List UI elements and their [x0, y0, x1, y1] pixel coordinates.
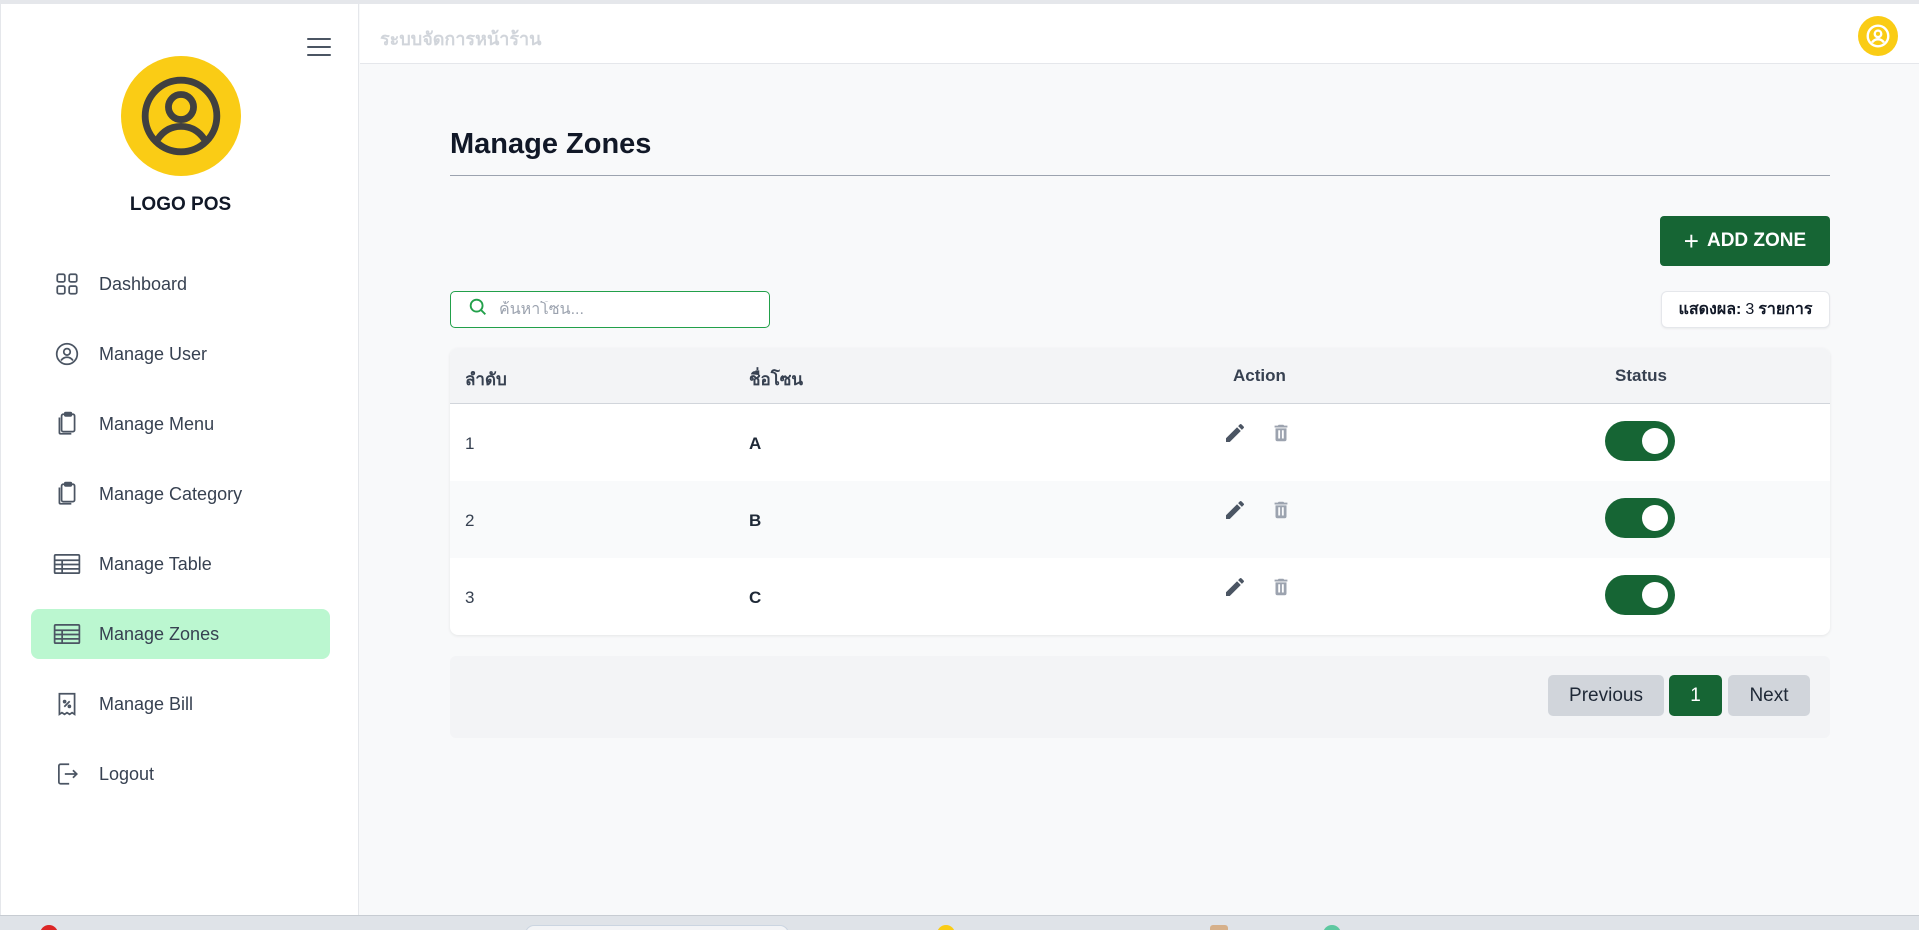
row-index: 1 [465, 434, 475, 453]
sidebar-item-manage-user[interactable]: Manage User [31, 329, 330, 379]
column-header-index: ลำดับ [465, 370, 507, 389]
table-row: 3 C [450, 558, 1830, 635]
logo-text: LOGO POS [129, 194, 232, 215]
top-header: ระบบจัดการหน้าร้าน [360, 4, 1919, 64]
logout-icon [53, 760, 81, 788]
sidebar-item-label: Manage Category [99, 483, 243, 504]
sidebar-item-manage-menu[interactable]: Manage Menu [31, 399, 330, 449]
row-actions [1222, 497, 1294, 523]
column-header-status: Status [1615, 366, 1667, 385]
grid-icon [53, 270, 81, 298]
page-title: Manage Zones [450, 128, 652, 160]
taskbar-app-icon[interactable] [40, 925, 58, 930]
table-row: 1 A [450, 404, 1830, 481]
sidebar-item-label: Manage Menu [99, 413, 215, 434]
taskbar-search-box[interactable] [525, 925, 789, 930]
status-toggle[interactable] [1605, 575, 1675, 615]
clipboard-icon [53, 480, 81, 508]
search-input[interactable] [499, 300, 759, 319]
edit-icon[interactable] [1222, 420, 1248, 446]
taskbar-app-icon[interactable] [937, 925, 955, 930]
search-box[interactable] [450, 291, 770, 328]
table-row: 2 B [450, 481, 1830, 558]
table-icon [53, 620, 81, 648]
sidebar-item-manage-zones[interactable]: Manage Zones [31, 609, 330, 659]
search-icon [467, 296, 489, 323]
edit-icon[interactable] [1222, 574, 1248, 600]
next-page-button[interactable]: Next [1728, 675, 1810, 716]
previous-page-button[interactable]: Previous [1548, 675, 1664, 716]
row-actions [1222, 574, 1294, 600]
zones-table: ลำดับ ชื่อโซน Action Status 1 A 2 B 3 C [450, 348, 1830, 635]
sidebar-item-manage-table[interactable]: Manage Table [31, 539, 330, 589]
sidebar-item-label: Manage Bill [99, 693, 194, 714]
taskbar-app-icon[interactable] [1210, 925, 1228, 930]
receipt-icon [53, 690, 81, 718]
result-count-unit: รายการ [1758, 301, 1813, 318]
column-header-name: ชื่อโซน [749, 370, 804, 389]
header-title: ระบบจัดการหน้าร้าน [380, 29, 542, 49]
edit-icon[interactable] [1222, 497, 1248, 523]
result-count-value: 3 [1745, 300, 1755, 318]
row-index: 2 [465, 511, 475, 530]
sidebar-item-label: Manage Table [99, 553, 212, 574]
delete-icon[interactable] [1268, 420, 1294, 446]
current-page-button[interactable]: 1 [1669, 675, 1722, 716]
sidebar-item-manage-category[interactable]: Manage Category [31, 469, 330, 519]
sidebar-nav: Dashboard Manage User Manage Menu Manage… [31, 259, 330, 819]
sidebar-item-label: Manage User [99, 343, 208, 364]
add-zone-label: ADD ZONE [1706, 230, 1807, 251]
row-zone-name: C [749, 588, 762, 607]
sidebar: LOGO POS Dashboard Manage User Manage Me… [0, 4, 359, 915]
column-header-action: Action [1233, 366, 1286, 385]
sidebar-item-logout[interactable]: Logout [31, 749, 330, 799]
sidebar-item-label: Manage Zones [99, 623, 220, 644]
table-icon [53, 550, 81, 578]
logo-avatar-icon [121, 56, 241, 176]
row-zone-name: A [749, 434, 762, 453]
sidebar-item-label: Dashboard [99, 273, 188, 294]
row-index: 3 [465, 588, 475, 607]
sidebar-item-manage-bill[interactable]: Manage Bill [31, 679, 330, 729]
add-zone-button[interactable]: + ADD ZONE [1660, 216, 1830, 266]
sidebar-item-label: Logout [99, 763, 155, 784]
row-actions [1222, 420, 1294, 446]
pagination: Previous 1 Next [450, 656, 1830, 738]
sidebar-item-dashboard[interactable]: Dashboard [31, 259, 330, 309]
clipboard-icon [53, 410, 81, 438]
taskbar-app-icon[interactable] [1323, 925, 1341, 930]
os-taskbar [0, 915, 1919, 930]
result-count-label: แสดงผล: [1678, 301, 1742, 318]
user-circle-icon [53, 340, 81, 368]
hamburger-menu-icon[interactable] [307, 38, 331, 58]
row-zone-name: B [749, 511, 762, 530]
status-toggle[interactable] [1605, 421, 1675, 461]
table-header: ลำดับ ชื่อโซน Action Status [450, 348, 1830, 404]
status-toggle[interactable] [1605, 498, 1675, 538]
plus-icon: + [1683, 226, 1699, 256]
title-divider [450, 175, 1830, 176]
user-avatar[interactable] [1858, 16, 1898, 56]
delete-icon[interactable] [1268, 574, 1294, 600]
delete-icon[interactable] [1268, 497, 1294, 523]
result-count-badge: แสดงผล: 3 รายการ [1661, 291, 1830, 328]
user-icon [1866, 24, 1890, 48]
